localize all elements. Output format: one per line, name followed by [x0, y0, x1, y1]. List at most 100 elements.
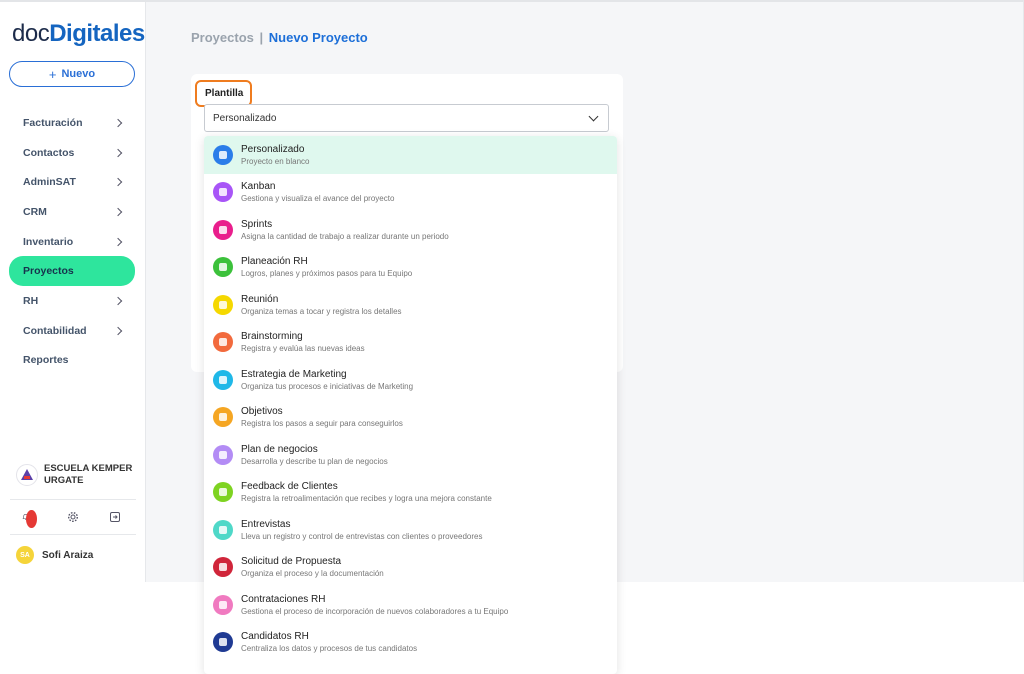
template-option[interactable]: Estrategia de Marketing Organiza tus proc…: [204, 361, 617, 399]
template-option-title: Contrataciones RH: [241, 593, 326, 605]
logout-icon[interactable]: [106, 508, 124, 526]
sidebar-item-adminsat[interactable]: AdminSAT: [9, 167, 135, 197]
hiring-icon: [213, 594, 233, 615]
kanban-icon: [213, 182, 233, 203]
template-option-text: Entrevistas Lleva un registro y control d…: [241, 518, 482, 542]
bell-icon[interactable]: [22, 508, 40, 528]
template-option-title: Objetivos: [241, 406, 283, 418]
sidebar-item-label: Facturación: [23, 116, 83, 129]
user-profile[interactable]: SA Sofi Araiza: [16, 546, 93, 564]
organization-name-line2: URGATE: [44, 475, 84, 486]
new-button[interactable]: + Nuevo: [9, 61, 135, 87]
template-option-title: Reunión: [241, 293, 279, 305]
docdigitales-logo[interactable]: docDigitales: [12, 20, 145, 48]
interview-icon: [213, 519, 233, 540]
template-option[interactable]: Contrataciones RH Gestiona el proceso de …: [204, 586, 617, 624]
template-option-description: Centraliza los datos y procesos de tus c…: [241, 644, 418, 654]
template-option-title: Planeación RH: [241, 256, 308, 268]
organization-logo-icon: [16, 464, 38, 486]
breadcrumb: Proyectos | Nuevo Proyecto: [191, 30, 368, 45]
sidebar-item-label: Contabilidad: [23, 324, 87, 337]
template-option[interactable]: Entrevistas Lleva un registro y control d…: [204, 511, 617, 549]
plus-icon: +: [48, 66, 57, 82]
sidebar-item-label: RH: [23, 294, 39, 307]
template-option[interactable]: Candidatos RH Centraliza los datos y proc…: [204, 624, 617, 662]
template-option[interactable]: Brainstorming Registra y evalúa las nueva…: [204, 324, 617, 362]
sidebar-item-reportes[interactable]: Reportes: [9, 346, 135, 376]
template-option-text: Planeación RH Logros, planes y próximos p…: [241, 255, 412, 279]
chevron-right-icon: [113, 326, 123, 335]
sidebar-item-label: Inventario: [23, 235, 74, 248]
template-option-title: Plan de negocios: [241, 443, 318, 455]
chevron-down-icon: [588, 111, 599, 121]
sidebar-utility-bar: [10, 508, 136, 528]
template-option-text: Brainstorming Registra y evalúa las nueva…: [241, 330, 365, 354]
sidebar-item-rh[interactable]: RH: [9, 286, 135, 316]
sidebar-item-crm[interactable]: CRM: [9, 197, 135, 227]
template-option-text: Candidatos RH Centraliza los datos y proc…: [241, 630, 417, 654]
new-button-label: Nuevo: [61, 68, 96, 80]
chevron-right-icon: [113, 296, 123, 306]
template-option[interactable]: Plan de negocios Desarrolla y describe tu…: [204, 436, 617, 474]
user-name: Sofi Araiza: [42, 549, 94, 561]
template-option[interactable]: Planeación RH Logros, planes y próximos p…: [204, 249, 617, 287]
chevron-right-icon: [113, 148, 123, 157]
organization-switcher[interactable]: ESCUELA KEMPER URGATE: [16, 463, 140, 487]
organization-name: ESCUELA KEMPER URGATE: [44, 463, 132, 487]
template-option-text: Estrategia de Marketing Organiza tus proc…: [241, 368, 413, 392]
template-option-title: Sprints: [241, 218, 273, 230]
template-select[interactable]: Personalizado: [204, 104, 609, 132]
template-option-title: Estrategia de Marketing: [241, 368, 347, 380]
template-select-value: Personalizado: [213, 112, 277, 124]
template-option-description: Proyecto en blanco: [241, 156, 310, 166]
template-option-text: Contrataciones RH Gestiona el proceso de …: [241, 593, 508, 617]
template-option-text: Reunión Organiza temas a tocar y registra…: [241, 293, 402, 317]
template-option-title: Brainstorming: [241, 331, 303, 343]
proposal-icon: [213, 557, 233, 578]
template-option[interactable]: Objetivos Registra los pasos a seguir par…: [204, 399, 617, 437]
sidebar-item-facturacion[interactable]: Facturación: [9, 108, 135, 138]
template-option-text: Feedback de Clientes Registra la retroali…: [241, 480, 492, 504]
template-option[interactable]: Solicitud de Propuesta Organiza el proces…: [204, 549, 617, 587]
template-option-text: Sprints Asigna la cantidad de trabajo a r…: [241, 218, 449, 242]
template-option-description: Registra la retroalimentación que recibe…: [241, 494, 492, 504]
presentation-icon: [213, 444, 233, 465]
template-option-title: Entrevistas: [241, 518, 291, 530]
page-title: Nuevo Proyecto: [268, 30, 368, 45]
logo-text-digitales: Digitales: [49, 20, 145, 47]
breadcrumb-parent-link[interactable]: Proyectos: [191, 30, 254, 45]
breadcrumb-separator: |: [259, 30, 264, 45]
template-option[interactable]: Sprints Asigna la cantidad de trabajo a r…: [204, 211, 617, 249]
target-icon: [213, 407, 233, 428]
template-option-description: Gestiona y visualiza el avance del proye…: [241, 194, 395, 204]
template-option-title: Kanban: [241, 181, 276, 193]
template-option-title: Solicitud de Propuesta: [241, 556, 342, 568]
gear-icon[interactable]: [64, 508, 82, 526]
sidebar-item-label: Reportes: [23, 354, 69, 367]
sidebar-item-contabilidad[interactable]: Contabilidad: [9, 316, 135, 346]
template-option[interactable]: Feedback de Clientes Registra la retroali…: [204, 474, 617, 512]
template-option-text: Objetivos Registra los pasos a seguir par…: [241, 405, 403, 429]
template-option[interactable]: Kanban Gestiona y visualiza el avance del…: [204, 174, 617, 212]
chevron-right-icon: [113, 207, 123, 217]
template-option-description: Lleva un registro y control de entrevist…: [241, 531, 483, 541]
chevron-right-icon: [113, 118, 123, 128]
chevron-right-icon: [113, 237, 123, 246]
sidebar-item-inventario[interactable]: Inventario: [9, 227, 135, 257]
sprint-icon: [213, 219, 233, 240]
sidebar-item-label: AdminSAT: [23, 176, 76, 189]
template-option[interactable]: Personalizado Proyecto en blanco: [204, 136, 617, 174]
avatar: SA: [16, 546, 34, 564]
template-option-description: Organiza temas a tocar y registra los de…: [241, 306, 402, 316]
template-option-description: Asigna la cantidad de trabajo a realizar…: [241, 231, 449, 241]
template-option-description: Organiza tus procesos e iniciativas de M…: [241, 381, 414, 391]
sidebar: docDigitales + Nuevo Facturación Contact…: [0, 2, 146, 582]
sidebar-item-contactos[interactable]: Contactos: [9, 138, 135, 168]
template-option-description: Desarrolla y describe tu plan de negocio…: [241, 456, 388, 466]
template-option-text: Kanban Gestiona y visualiza el avance del…: [241, 180, 394, 204]
template-option-title: Personalizado: [241, 143, 305, 155]
marketing-icon: [213, 369, 233, 390]
template-option[interactable]: Reunión Organiza temas a tocar y registra…: [204, 286, 617, 324]
template-label: Plantilla: [195, 80, 252, 107]
sidebar-item-proyectos[interactable]: Proyectos: [9, 256, 135, 287]
